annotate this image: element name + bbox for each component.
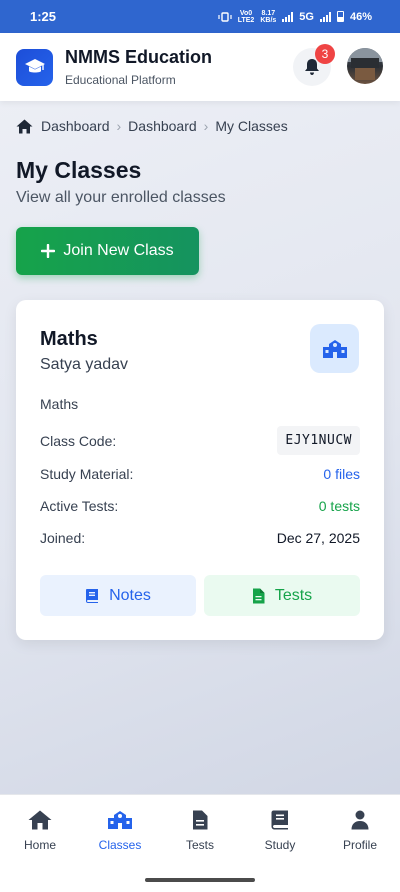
- book-icon: [271, 810, 288, 830]
- graduation-cap-icon: [16, 48, 53, 86]
- vibrate-icon: [218, 11, 232, 22]
- app-title: NMMS Education: [65, 47, 212, 67]
- page-subtitle: View all your enrolled classes: [16, 189, 226, 206]
- notes-button[interactable]: Notes: [40, 575, 196, 616]
- app-header: NMMS Education Educational Platform 3: [0, 33, 400, 101]
- study-material-row: Study Material: 0 files: [40, 466, 360, 482]
- page-title: My Classes: [16, 157, 142, 183]
- book-icon: [86, 588, 99, 603]
- nav-label: Study: [264, 838, 296, 852]
- class-subject: Maths: [40, 396, 79, 412]
- class-card: Maths Satya yadav Maths Class Code: EJY1…: [16, 300, 384, 640]
- breadcrumb: Dashboard › Dashboard › My Classes: [16, 118, 288, 134]
- home-icon: [28, 810, 52, 830]
- teacher-name: Satya yadav: [40, 356, 129, 373]
- bottom-navigation: Home Classes Tests Study Profile: [0, 794, 400, 866]
- join-class-label: Join New Class: [63, 242, 174, 259]
- active-tests-row: Active Tests: 0 tests: [40, 498, 360, 514]
- class-code-row: Class Code: EJY1NUCW: [40, 426, 360, 455]
- battery-icon: [336, 11, 344, 22]
- school-icon: [108, 811, 132, 829]
- chevron-right-icon: ›: [116, 118, 122, 134]
- breadcrumb-item[interactable]: Dashboard: [41, 118, 110, 134]
- chevron-right-icon: ›: [203, 118, 209, 134]
- class-code-label: Class Code:: [40, 432, 117, 449]
- class-code-value: EJY1NUCW: [277, 426, 360, 455]
- joined-row: Joined: Dec 27, 2025: [40, 530, 360, 546]
- brand: NMMS Education Educational Platform: [65, 47, 212, 87]
- joined-value: Dec 27, 2025: [276, 530, 360, 546]
- document-icon: [252, 588, 265, 603]
- tests-button-label: Tests: [274, 586, 313, 604]
- signal-icon-2: [319, 11, 331, 22]
- active-tests-label: Active Tests:: [40, 498, 119, 514]
- avatar[interactable]: [347, 48, 383, 84]
- joined-label: Joined:: [40, 530, 86, 546]
- status-indicators: Vo0 LTE2 8.17 KB/s 5G 46%: [218, 10, 372, 24]
- home-gesture-bar[interactable]: [145, 878, 255, 882]
- notification-badge: 3: [315, 44, 335, 64]
- nav-tests[interactable]: Tests: [160, 795, 240, 866]
- active-tests-value: 0 tests: [318, 498, 360, 514]
- breadcrumb-current: My Classes: [215, 118, 288, 134]
- join-class-button[interactable]: Join New Class: [16, 227, 199, 275]
- document-icon: [193, 810, 208, 830]
- breadcrumb-home[interactable]: Dashboard: [16, 118, 110, 134]
- nav-label: Tests: [185, 838, 214, 852]
- network-type: 5G: [299, 10, 314, 23]
- tests-button[interactable]: Tests: [204, 575, 360, 616]
- nav-study[interactable]: Study: [240, 795, 320, 866]
- battery-level: 46%: [349, 10, 372, 23]
- nav-home[interactable]: Home: [0, 795, 80, 866]
- nav-classes[interactable]: Classes: [80, 795, 160, 866]
- user-icon: [351, 810, 369, 830]
- gesture-area: [0, 866, 400, 892]
- nav-label: Profile: [342, 838, 377, 852]
- notifications-button[interactable]: 3: [293, 44, 335, 86]
- network-speed: 8.17 KB/s: [260, 9, 277, 24]
- school-icon: [310, 324, 359, 373]
- status-bar: 1:25 Vo0 LTE2 8.17 KB/s 5G 46%: [0, 0, 400, 33]
- notes-button-label: Notes: [109, 586, 151, 604]
- study-material-label: Study Material:: [40, 466, 134, 482]
- plus-icon: [41, 244, 56, 258]
- volte-indicator: Vo0 LTE2: [237, 9, 255, 24]
- app-subtitle: Educational Platform: [65, 73, 176, 87]
- nav-label: Classes: [98, 838, 142, 852]
- nav-profile[interactable]: Profile: [320, 795, 400, 866]
- nav-label: Home: [23, 838, 56, 852]
- signal-icon: [282, 11, 294, 22]
- study-material-value: 0 files: [323, 466, 360, 482]
- home-icon: [16, 119, 33, 133]
- status-time: 1:25: [30, 9, 57, 24]
- breadcrumb-item[interactable]: Dashboard: [128, 118, 197, 134]
- class-name: Maths: [40, 328, 98, 350]
